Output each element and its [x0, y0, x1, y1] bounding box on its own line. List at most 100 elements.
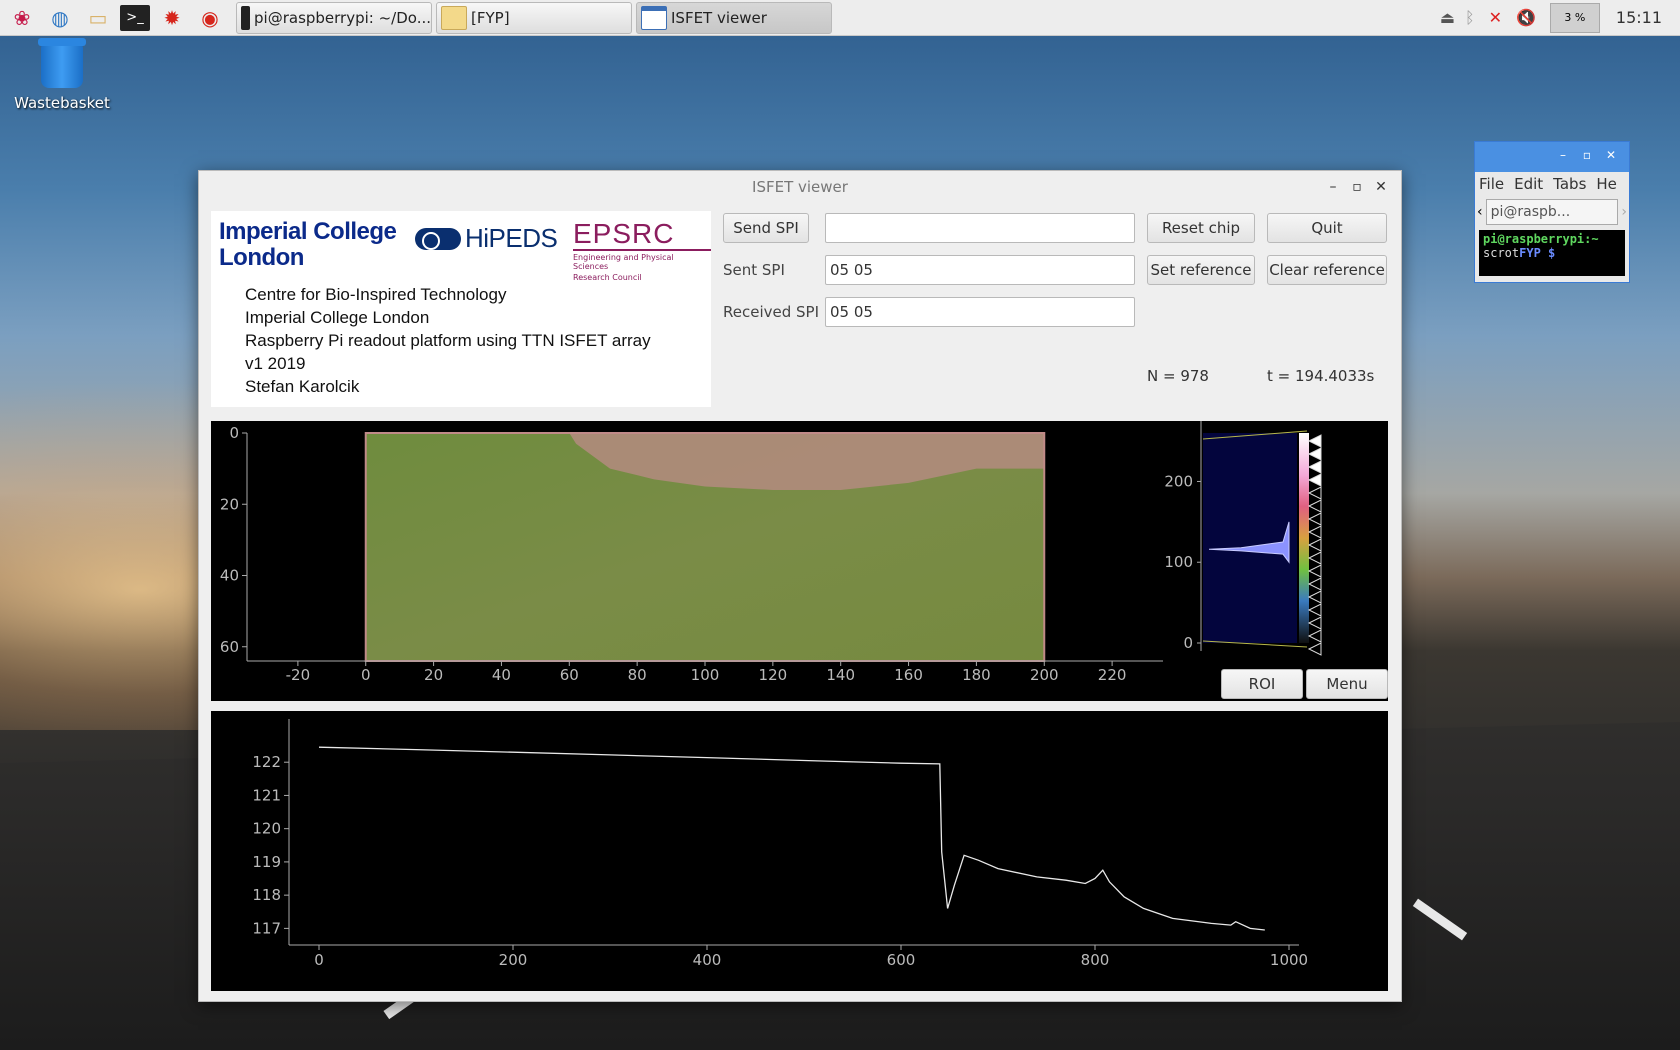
colorbar-handle — [1307, 512, 1322, 526]
colorbar-handle — [1307, 434, 1322, 448]
isfet-viewer-window: ISFET viewer – ▫ ✕ Imperial College Lond… — [198, 170, 1402, 1002]
task-terminal[interactable]: pi@raspberrypi: ~/Do... — [236, 1, 432, 34]
tab-right-arrow-icon[interactable]: › — [1621, 204, 1627, 220]
task-fyp-folder[interactable]: [FYP] — [436, 1, 632, 34]
terminal-titlebar: – ▫ ✕ — [1475, 142, 1629, 172]
info-line: v1 2019 — [245, 354, 306, 373]
bluetooth-icon[interactable]: ᛒ — [1465, 8, 1475, 27]
task-label: pi@raspberrypi: ~/Do... — [254, 8, 431, 27]
wastebasket-label: Wastebasket — [14, 94, 110, 112]
info-text: Centre for Bio-Inspired Technology Imper… — [245, 283, 651, 398]
received-spi-field[interactable]: 05 05 — [825, 297, 1135, 327]
y-tick-label: 60 — [220, 638, 239, 656]
menu-edit[interactable]: Edit — [1514, 175, 1543, 193]
x-tick-label: -20 — [286, 666, 311, 684]
hipeds-mark-icon — [415, 227, 461, 250]
terminal-tab[interactable]: pi@raspb... — [1485, 199, 1619, 225]
mathematica-icon[interactable]: ✹ — [156, 2, 188, 34]
wolfram-icon[interactable]: ◉ — [194, 2, 226, 34]
raspberry-menu-icon[interactable]: ❀ — [6, 2, 38, 34]
command-prompt-suffix: FYP $ — [1519, 246, 1556, 260]
info-line: Stefan Karolcik — [245, 377, 360, 396]
volume-muted-icon[interactable]: 🔇 — [1516, 8, 1536, 27]
window-titlebar[interactable]: ISFET viewer – ▫ ✕ — [199, 171, 1401, 203]
timeseries-svg: 0 200 400 600 800 1000 117 118 119 120 121 122 — [252, 719, 1308, 969]
task-label: [FYP] — [471, 8, 510, 27]
send-spi-input[interactable] — [825, 213, 1135, 243]
colorbar-handle — [1307, 577, 1322, 591]
hipeds-logo: HiPEDS — [415, 223, 558, 254]
network-disconnected-icon[interactable]: ✕ — [1489, 8, 1502, 27]
epsrc-logo-text: EPSRC — [573, 219, 711, 251]
timeseries-plot[interactable]: 0 200 400 600 800 1000 117 118 119 120 121 122 — [211, 711, 1388, 991]
maximize-icon[interactable]: ▫ — [1345, 171, 1369, 203]
y-tick-label: 118 — [252, 886, 281, 904]
cpu-monitor[interactable]: 3 % — [1549, 2, 1600, 33]
terminal-icon — [241, 5, 251, 30]
menu-help[interactable]: He — [1596, 175, 1617, 193]
x-tick-label: 60 — [560, 666, 579, 684]
set-reference-button[interactable]: Set reference — [1147, 255, 1255, 285]
menu-tabs[interactable]: Tabs — [1553, 175, 1586, 193]
terminal-command: scrotFYP $ — [1483, 246, 1621, 260]
send-spi-button[interactable]: Send SPI — [723, 213, 809, 243]
x-tick-label: 80 — [628, 666, 647, 684]
sent-spi-label: Sent SPI — [723, 261, 785, 279]
maximize-icon[interactable]: ▫ — [1575, 148, 1599, 162]
tab-left-arrow-icon[interactable]: ‹ — [1477, 204, 1483, 220]
histogram-tick-label: 200 — [1164, 472, 1193, 490]
histogram-background — [1203, 433, 1297, 643]
terminal-output[interactable]: pi@raspberrypi:~ scrotFYP $ — [1479, 230, 1625, 276]
web-browser-icon[interactable]: ◍ — [44, 2, 76, 34]
terminal-window: – ▫ ✕ File Edit Tabs He ‹ pi@raspb... › … — [1474, 141, 1630, 283]
trash-icon — [38, 38, 86, 88]
system-tray: ⏏ ᛒ ✕ 🔇 3 % 15:11 — [1440, 0, 1680, 36]
x-tick-label: 160 — [894, 666, 923, 684]
colorbar-handle — [1307, 551, 1322, 565]
colorbar-handle — [1307, 486, 1322, 500]
terminal-launcher-icon[interactable]: >_ — [120, 4, 150, 31]
colorbar-handle — [1307, 590, 1322, 604]
task-isfet-viewer[interactable]: ISFET viewer — [636, 1, 832, 34]
y-tick-label: 117 — [252, 919, 281, 937]
sent-spi-field[interactable]: 05 05 — [825, 255, 1135, 285]
info-line: Raspberry Pi readout platform using TTN … — [245, 331, 651, 350]
colorbar — [1299, 433, 1309, 643]
eject-icon[interactable]: ⏏ — [1440, 8, 1455, 27]
folder-icon — [441, 5, 467, 30]
wastebasket-desktop-icon[interactable]: Wastebasket — [14, 38, 110, 112]
x-tick-label: 800 — [1081, 951, 1110, 969]
window-title: ISFET viewer — [752, 178, 848, 196]
heatmap-svg: -20 0 20 40 60 80 100 120 140 160 180 200 220 0 20 40 60… — [220, 421, 1322, 684]
roi-button[interactable]: ROI — [1221, 669, 1303, 699]
x-tick-label: 180 — [962, 666, 991, 684]
series-line — [318, 746, 1265, 931]
menu-file[interactable]: File — [1479, 175, 1504, 193]
y-tick-label: 40 — [220, 567, 239, 585]
minimize-icon[interactable]: – — [1551, 148, 1575, 162]
terminal-menubar: File Edit Tabs He — [1475, 172, 1629, 196]
close-icon[interactable]: ✕ — [1369, 171, 1393, 203]
x-tick-label: 120 — [759, 666, 788, 684]
colorbar-handle — [1307, 603, 1322, 617]
tab-label: pi@raspb... — [1490, 204, 1571, 220]
quit-button[interactable]: Quit — [1267, 213, 1387, 243]
y-tick-label: 0 — [229, 424, 239, 442]
clock[interactable]: 15:11 — [1616, 8, 1662, 27]
colorbar-handle — [1307, 564, 1322, 578]
clear-reference-button[interactable]: Clear reference — [1267, 255, 1387, 285]
file-manager-icon[interactable]: ▭ — [82, 2, 114, 34]
x-tick-label: 100 — [691, 666, 720, 684]
y-tick-label: 20 — [220, 495, 239, 513]
menu-button[interactable]: Menu — [1306, 669, 1388, 699]
y-tick-label: 120 — [252, 820, 281, 838]
heatmap-plot[interactable]: -20 0 20 40 60 80 100 120 140 160 180 200 220 0 20 40 60… — [211, 421, 1388, 701]
minimize-icon[interactable]: – — [1321, 171, 1345, 203]
close-icon[interactable]: ✕ — [1599, 148, 1623, 162]
colorbar-handle — [1307, 460, 1322, 474]
colorbar-handle — [1307, 447, 1322, 461]
terminal-prompt: pi@raspberrypi:~ — [1483, 232, 1599, 246]
imperial-college-logo: Imperial College London — [219, 219, 397, 271]
reset-chip-button[interactable]: Reset chip — [1147, 213, 1255, 243]
colorbar-handle — [1307, 499, 1322, 513]
